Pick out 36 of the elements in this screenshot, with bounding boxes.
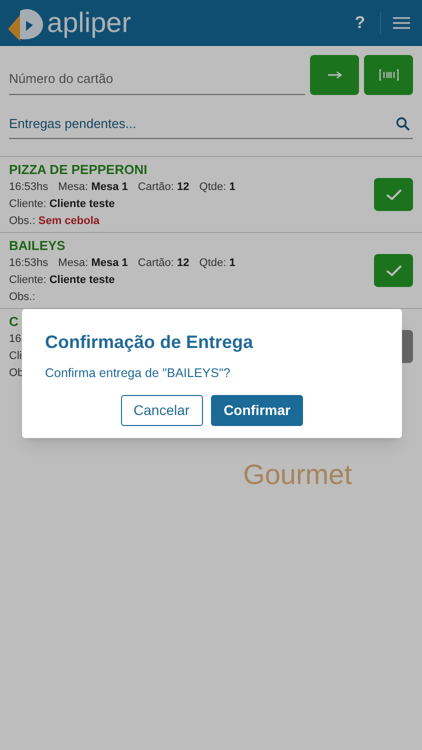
- order-notes: Obs.:: [9, 290, 36, 304]
- order-title: PIZZA DE PEPPERONI: [9, 162, 148, 176]
- dialog-title: Confirmação de Entrega: [45, 331, 254, 353]
- order-title: C: [9, 314, 20, 328]
- order-quantity: Qtde: 1: [199, 256, 236, 270]
- barcode-icon: [378, 69, 398, 81]
- order-client: Cliente: Cliente teste: [9, 196, 116, 210]
- logo-text: apliper: [47, 9, 132, 37]
- order-title: BAILEYS: [9, 238, 66, 252]
- order-time: 16: [9, 332, 22, 346]
- deliver-button[interactable]: [374, 178, 413, 211]
- confirm-button[interactable]: Confirmar: [210, 394, 304, 426]
- search-icon: [396, 116, 410, 130]
- order-notes: Obs.: Sem cebola: [9, 214, 100, 228]
- check-icon: [386, 264, 402, 276]
- order-table: Mesa: Mesa 1: [58, 256, 128, 270]
- order-quantity: Qtde: 1: [199, 180, 236, 194]
- order-table: Mesa: Mesa 1: [58, 180, 128, 194]
- dialog-message: Confirma entrega de "BAILEYS"?: [45, 365, 232, 382]
- search-field[interactable]: Entregas pendentes...: [9, 114, 396, 134]
- submit-button[interactable]: [310, 55, 359, 95]
- barcode-button[interactable]: [364, 55, 413, 95]
- order-card-number: Cartão: 12: [138, 256, 190, 270]
- order-time: 16:53hs: [9, 256, 48, 270]
- order-client: Cliente: Cliente teste: [9, 272, 116, 286]
- background-logo-subtitle: Gourmet: [243, 458, 352, 492]
- menu-icon: [392, 17, 410, 29]
- cancel-button[interactable]: Cancelar: [120, 394, 203, 426]
- help-button[interactable]: ?: [345, 10, 375, 36]
- card-number-field[interactable]: Número do cartão: [9, 63, 305, 95]
- order-client: Cli: [9, 348, 23, 362]
- order-time: 16:53hs: [9, 180, 48, 194]
- check-icon: [386, 188, 402, 200]
- order-card-number: Cartão: 12: [138, 180, 190, 194]
- deliver-button[interactable]: [374, 254, 413, 287]
- arrow-right-icon: [328, 71, 342, 79]
